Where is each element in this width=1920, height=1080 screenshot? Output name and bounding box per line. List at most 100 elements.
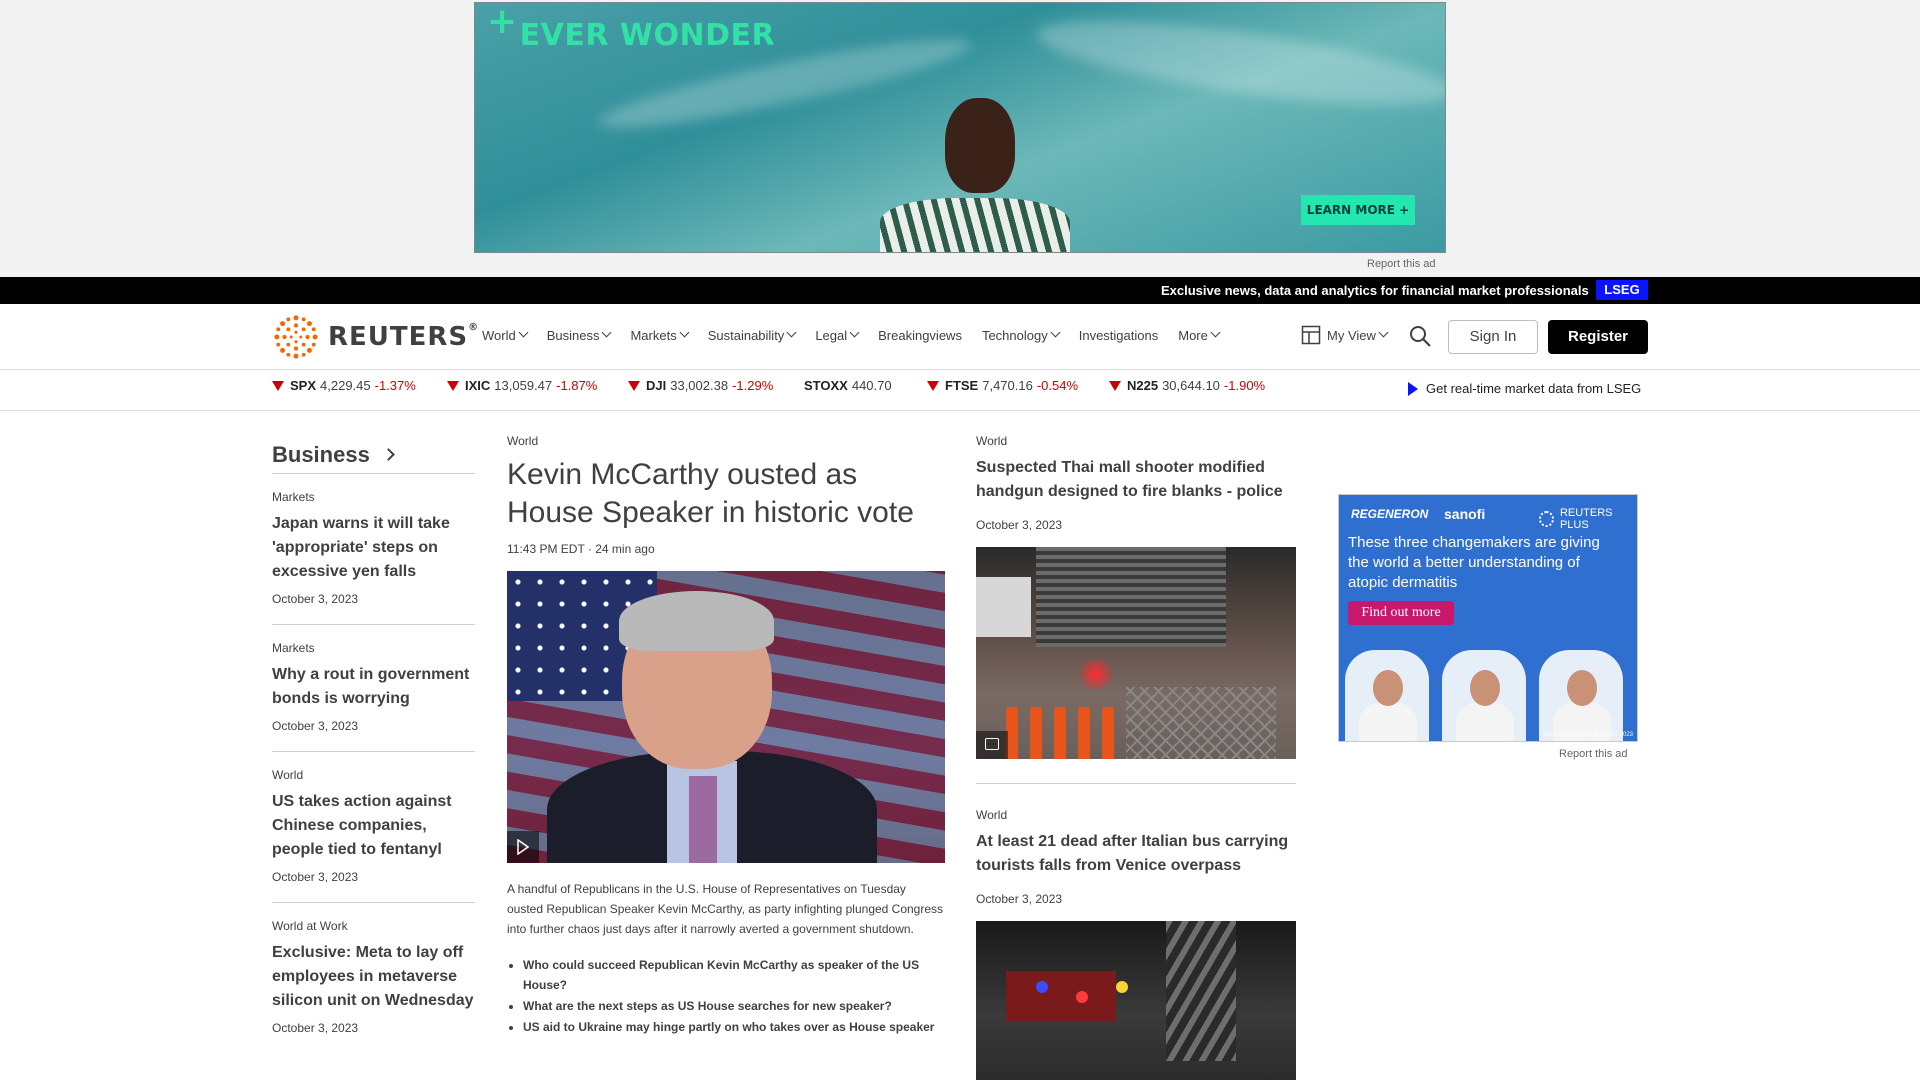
reuters-plus-logo: REUTERS PLUS — [1539, 507, 1637, 531]
gallery-icon — [985, 738, 999, 750]
lead-headline[interactable]: Kevin McCarthy ousted as House Speaker i… — [507, 456, 945, 532]
story-image[interactable] — [976, 921, 1296, 1080]
story-headline[interactable]: Suspected Thai mall shooter modified han… — [976, 456, 1296, 504]
down-arrow-icon — [447, 380, 459, 391]
ticker-item-ftse[interactable]: FTSE 7,470.16 -0.54% — [927, 378, 1078, 393]
chevron-down-icon — [602, 327, 612, 338]
play-icon — [517, 839, 529, 855]
image-shutter — [1036, 547, 1226, 647]
video-play-button[interactable] — [507, 831, 539, 863]
story-headline[interactable]: At least 21 dead after Italian bus carry… — [976, 830, 1296, 878]
ad-person-shirt — [880, 198, 1070, 252]
chevron-down-icon — [849, 327, 860, 338]
story-kicker[interactable]: World — [976, 808, 1296, 822]
report-ad-link[interactable]: Report this ad — [1559, 748, 1627, 760]
story-card[interactable]: World Suspected Thai mall shooter modifi… — [976, 434, 1296, 759]
nav-item-business[interactable]: Business — [547, 327, 612, 343]
nav-item-markets[interactable]: Markets — [630, 327, 690, 343]
ticker-value: 440.70 — [851, 378, 892, 393]
down-arrow-icon — [1109, 380, 1121, 391]
story-headline[interactable]: Japan warns it will take 'appropriate' s… — [272, 512, 475, 584]
business-sidebar: Business Markets Japan warns it will tak… — [272, 436, 475, 1053]
down-arrow-icon — [927, 380, 939, 391]
chevron-down-icon — [1050, 327, 1061, 338]
story-date: October 3, 2023 — [976, 892, 1063, 906]
story-kicker[interactable]: Markets — [272, 641, 475, 655]
reuters-plus-icon — [1539, 511, 1554, 527]
nav-label: World — [482, 328, 516, 343]
nav-item-technology[interactable]: Technology — [981, 327, 1061, 343]
story-headline[interactable]: Exclusive: Meta to lay off employees in … — [272, 941, 475, 1013]
story-date: October 3, 2023 — [272, 719, 359, 733]
ticker-item-ixic[interactable]: IXIC 13,059.47 -1.87% — [447, 378, 597, 393]
promo-text: Exclusive news, data and analytics for f… — [1161, 283, 1589, 298]
story-headline[interactable]: Why a rout in government bonds is worryi… — [272, 663, 475, 711]
ad-person-head — [945, 98, 1015, 193]
nav-item-legal[interactable]: Legal — [815, 327, 860, 343]
story-time: 11:43 PM EDT · 24 min ago — [507, 542, 655, 556]
realtime-data-link[interactable]: Get real-time market data from LSEG — [1408, 381, 1641, 396]
promo-bar[interactable]: Exclusive news, data and analytics for f… — [0, 277, 1920, 304]
reuters-plus-label: REUTERS PLUS — [1559, 507, 1613, 531]
learn-more-button[interactable]: LEARN MORE + — [1301, 195, 1415, 225]
chevron-down-icon — [786, 327, 797, 338]
sign-in-button[interactable]: Sign In — [1448, 320, 1538, 354]
nav-item-world[interactable]: World — [482, 327, 529, 343]
lead-image[interactable] — [507, 571, 945, 863]
ticker-item-stoxx[interactable]: STOXX 440.70 — [804, 378, 896, 393]
ad-portrait-card — [1539, 650, 1623, 741]
side-banner-ad[interactable]: REGENERON sanofi REUTERS PLUS These thre… — [1338, 494, 1638, 742]
my-view-menu[interactable]: My View — [1301, 325, 1389, 345]
search-icon[interactable] — [1408, 324, 1432, 348]
list-item[interactable]: World US takes action against Chinese co… — [272, 752, 475, 903]
section-title-label: Business — [272, 441, 370, 467]
image-barrier — [1126, 687, 1276, 759]
find-out-more-button[interactable]: Find out more — [1348, 601, 1454, 625]
story-kicker[interactable]: Markets — [272, 490, 475, 504]
related-link[interactable]: What are the next steps as US House sear… — [523, 996, 945, 1016]
ticker-change: -1.90% — [1223, 378, 1266, 393]
play-arrow-icon — [1408, 381, 1418, 396]
section-title-business[interactable]: Business — [272, 436, 475, 474]
list-item[interactable]: Markets Why a rout in government bonds i… — [272, 625, 475, 752]
ticker-item-spx[interactable]: SPX 4,229.45 -1.37% — [272, 378, 416, 393]
ticker-value: 4,229.45 — [320, 378, 371, 393]
realtime-label: Get real-time market data from LSEG — [1426, 381, 1642, 396]
story-kicker[interactable]: World — [272, 768, 475, 782]
portrait-body — [1359, 702, 1417, 741]
ticker-symbol: STOXX — [804, 378, 848, 393]
nav-label: Markets — [630, 328, 677, 343]
top-banner-ad[interactable]: +EVER WONDER LEARN MORE + — [474, 2, 1446, 253]
related-link[interactable]: Who could succeed Republican Kevin McCar… — [523, 955, 945, 995]
ticker-item-dji[interactable]: DJI 33,002.38 -1.29% — [628, 378, 773, 393]
story-headline[interactable]: US takes action against Chinese companie… — [272, 790, 475, 862]
story-kicker[interactable]: World — [507, 434, 945, 448]
ticker-item-n225[interactable]: N225 30,644.10 -1.90% — [1109, 378, 1265, 393]
register-button[interactable]: Register — [1548, 320, 1648, 354]
list-item[interactable]: Markets Japan warns it will take 'approp… — [272, 474, 475, 625]
ad-sky-streak — [1032, 4, 1445, 122]
related-link[interactable]: US aid to Ukraine may hinge partly on wh… — [523, 1017, 945, 1037]
lseg-badge[interactable]: LSEG — [1596, 280, 1648, 300]
nav-item-more[interactable]: More — [1178, 327, 1221, 343]
story-date: October 3, 2023 — [272, 1021, 359, 1035]
nav-item-sustainability[interactable]: Sustainability — [708, 327, 797, 343]
image-lights — [1036, 981, 1048, 993]
ad-fine-print: DER.23.08.0001 | AUGUST 2023 — [1544, 732, 1633, 738]
list-item[interactable]: World at Work Exclusive: Meta to lay off… — [272, 903, 475, 1053]
reuters-logo[interactable]: REUTERS® — [272, 314, 479, 360]
nav-label: Technology — [981, 328, 1048, 343]
nav-label: Legal — [815, 328, 848, 343]
main-nav: REUTERS® World Business Markets Sustaina… — [0, 304, 1920, 370]
report-ad-link[interactable]: Report this ad — [1367, 258, 1435, 270]
nav-item-breakingviews[interactable]: Breakingviews — [878, 328, 962, 343]
sponsor-logo: REGENERON — [1351, 507, 1429, 521]
story-image[interactable] — [976, 547, 1296, 759]
nav-item-investigations[interactable]: Investigations — [1079, 328, 1159, 343]
chevron-right-icon — [381, 448, 395, 461]
gallery-badge[interactable] — [976, 731, 1008, 759]
story-kicker[interactable]: World at Work — [272, 919, 475, 933]
story-card[interactable]: World At least 21 dead after Italian bus… — [976, 783, 1296, 1080]
story-kicker[interactable]: World — [976, 434, 1296, 448]
image-structure — [1166, 921, 1236, 1061]
